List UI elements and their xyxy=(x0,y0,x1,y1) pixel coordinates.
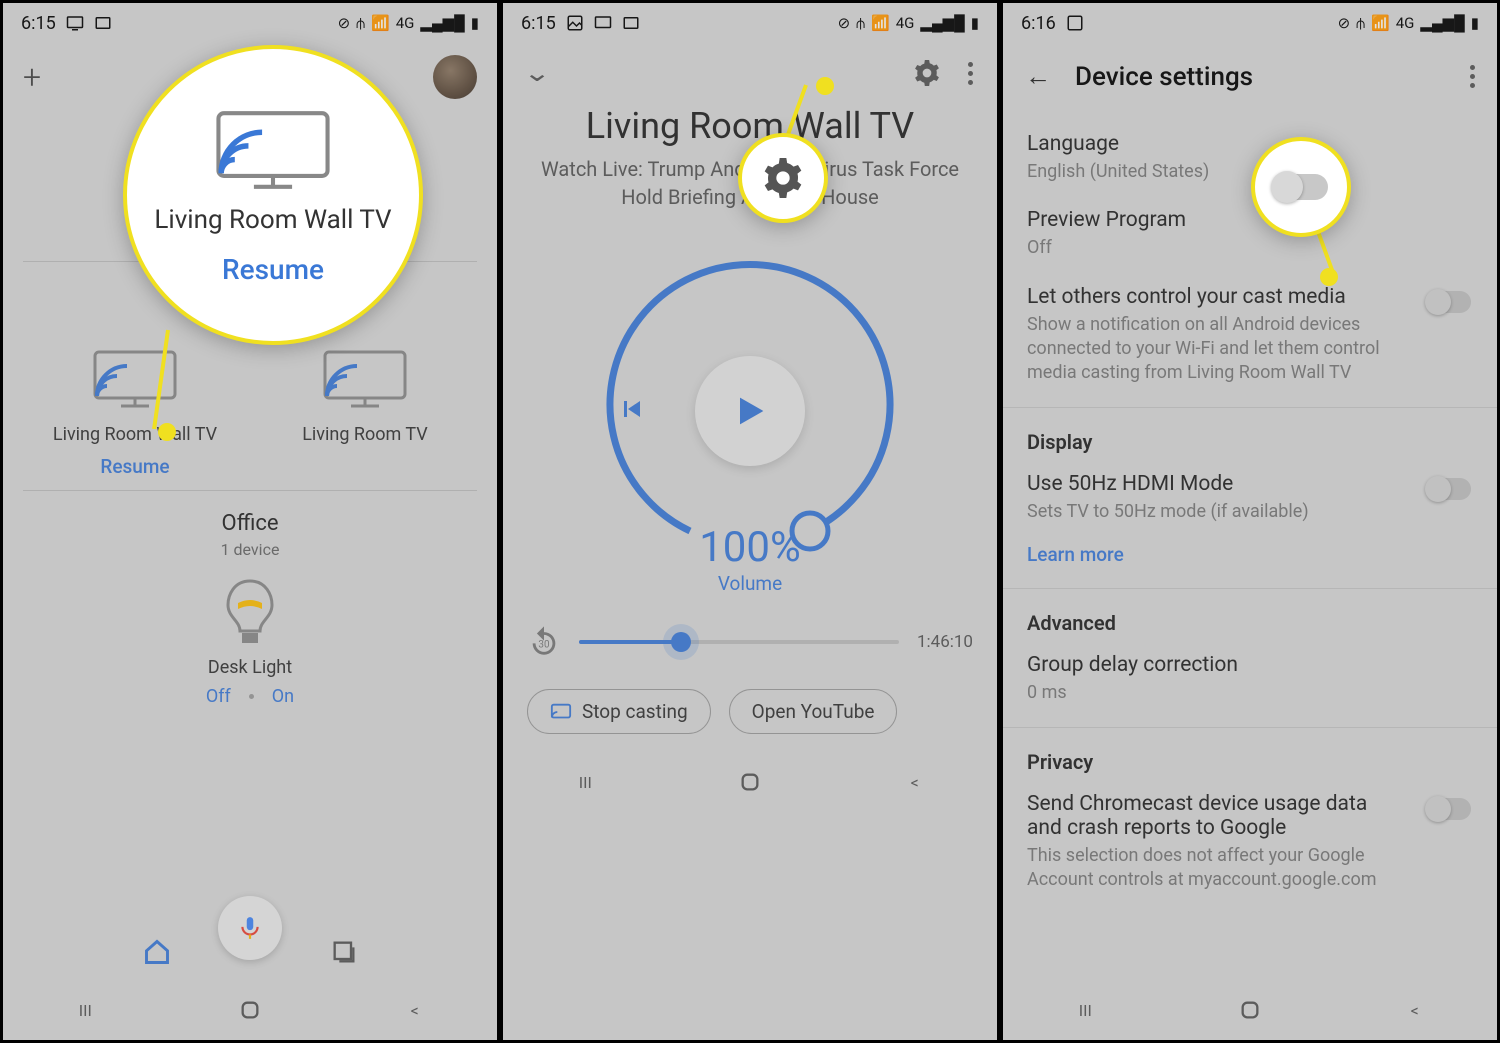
device-label: Living Room TV xyxy=(280,424,450,445)
previous-track-button[interactable] xyxy=(620,397,644,425)
status-indicators: ⊘⫛📶4G▂▄▆█▮ xyxy=(838,14,979,32)
preview-program-setting[interactable]: Preview Program Off xyxy=(1003,196,1497,272)
android-nav-bar: III < xyxy=(503,752,997,812)
home-button[interactable] xyxy=(1235,995,1265,1025)
separator-dot xyxy=(249,694,254,699)
more-menu-icon[interactable] xyxy=(968,62,973,85)
tv-cast-icon xyxy=(213,105,333,195)
tv-cast-icon xyxy=(50,348,220,414)
home-button[interactable] xyxy=(235,995,265,1025)
volume-ring[interactable] xyxy=(590,251,910,571)
play-button[interactable] xyxy=(695,356,805,466)
privacy-section-header: Privacy xyxy=(1003,727,1497,780)
bottom-tabs xyxy=(3,924,497,980)
tv-cast-icon xyxy=(280,348,450,414)
back-button[interactable]: < xyxy=(900,767,930,797)
android-nav-bar: III < xyxy=(1003,980,1497,1040)
cast-icon xyxy=(594,14,612,32)
svg-text:30: 30 xyxy=(538,640,549,651)
add-button[interactable]: + xyxy=(23,58,41,96)
status-bar: 6:16 ⊘⫛📶4G▂▄▆█▮ xyxy=(1003,3,1497,43)
callout-action: Resume xyxy=(222,253,324,286)
advanced-section-header: Advanced xyxy=(1003,588,1497,641)
seek-handle[interactable] xyxy=(671,632,691,652)
group-delay-setting[interactable]: Group delay correction 0 ms xyxy=(1003,641,1497,717)
replay-30-icon[interactable]: 30 xyxy=(527,625,561,659)
callout-anchor-dot xyxy=(816,77,834,95)
settings-gear-icon[interactable] xyxy=(914,60,940,86)
stop-casting-button[interactable]: Stop casting xyxy=(527,689,711,734)
recent-apps-button[interactable]: III xyxy=(1070,995,1100,1025)
status-time: 6:15 xyxy=(21,13,56,34)
usage-data-setting[interactable]: Send Chromecast device usage data and cr… xyxy=(1003,780,1497,905)
display-section-header: Display xyxy=(1003,407,1497,460)
play-icon xyxy=(730,391,770,431)
status-bar: 6:15 ⊘⫛📶4G▂▄▆█▮ xyxy=(3,3,497,43)
seek-bar[interactable] xyxy=(579,640,899,644)
callout-anchor-dot xyxy=(158,423,176,441)
library-tab-icon[interactable] xyxy=(330,938,358,966)
mic-icon xyxy=(237,915,263,941)
desk-light-label[interactable]: Desk Light xyxy=(23,657,477,678)
screenshot-1: 6:15 ⊘⫛📶4G▂▄▆█▮ + Kitchen d Pause Livin … xyxy=(0,0,500,1043)
resume-link[interactable]: Resume xyxy=(50,455,220,478)
recent-apps-button[interactable]: III xyxy=(570,767,600,797)
let-others-toggle[interactable] xyxy=(1427,291,1471,313)
status-indicators: ⊘⫛📶4G▂▄▆█▮ xyxy=(1338,14,1479,32)
recent-apps-button[interactable]: III xyxy=(70,995,100,1025)
back-button[interactable]: < xyxy=(1400,995,1430,1025)
on-link[interactable]: On xyxy=(272,686,294,707)
back-button[interactable]: < xyxy=(400,995,430,1025)
living-room-wall-tv-card[interactable]: Living Room Wall TV Resume xyxy=(50,348,220,478)
image-icon xyxy=(566,14,584,32)
callout-magnifier xyxy=(738,133,828,223)
bulb-icon xyxy=(222,577,278,649)
volume-label: Volume xyxy=(503,572,997,595)
office-device-count: 1 device xyxy=(23,540,477,559)
screenshot-3: 6:16 ⊘⫛📶4G▂▄▆█▮ ← Device settings Langua… xyxy=(1000,0,1500,1043)
living-room-tv-card[interactable]: Living Room TV xyxy=(280,348,450,478)
android-nav-bar: III < xyxy=(3,980,497,1040)
status-bar: 6:15 ⊘⫛📶4G▂▄▆█▮ xyxy=(503,3,997,43)
back-arrow-icon[interactable]: ← xyxy=(1025,61,1051,92)
callout-magnifier: Living Room Wall TV Resume xyxy=(123,45,423,345)
more-menu-icon[interactable] xyxy=(1470,65,1475,88)
screenshot-2: 6:15 ⊘⫛📶4G▂▄▆█▮ ⌄ Living Room Wall TV Wa… xyxy=(500,0,1000,1043)
usage-data-toggle[interactable] xyxy=(1427,798,1471,820)
duration-label: 1:46:10 xyxy=(917,632,973,652)
device-label: Living Room Wall TV xyxy=(50,424,220,445)
home-tab-icon[interactable] xyxy=(143,938,171,966)
callout-magnifier xyxy=(1251,137,1351,237)
window-icon xyxy=(622,14,640,32)
callout-title: Living Room Wall TV xyxy=(154,205,391,235)
mic-fab[interactable] xyxy=(218,896,282,960)
status-time: 6:16 xyxy=(1021,13,1056,34)
cast-icon xyxy=(66,14,84,32)
settings-gear-icon xyxy=(763,158,803,198)
let-others-control-setting[interactable]: Let others control your cast media Show … xyxy=(1003,273,1497,398)
hdmi-50hz-setting[interactable]: Use 50Hz HDMI Mode Sets TV to 50Hz mode … xyxy=(1003,460,1497,536)
hdmi-toggle[interactable] xyxy=(1427,478,1471,500)
language-setting[interactable]: Language English (United States) xyxy=(1003,120,1497,196)
status-time: 6:15 xyxy=(521,13,556,34)
home-button[interactable] xyxy=(735,767,765,797)
cast-icon xyxy=(550,701,572,723)
learn-more-link[interactable]: Learn more xyxy=(1003,537,1497,578)
avatar[interactable] xyxy=(433,55,477,99)
status-indicators: ⊘⫛📶4G▂▄▆█▮ xyxy=(338,14,479,32)
page-title: Device settings xyxy=(1075,62,1446,92)
open-youtube-button[interactable]: Open YouTube xyxy=(729,689,898,734)
callout-anchor-dot xyxy=(1320,268,1338,286)
off-link[interactable]: Off xyxy=(206,686,231,707)
image-icon xyxy=(1066,14,1084,32)
window-icon xyxy=(94,14,112,32)
office-section-title: Office xyxy=(23,511,477,536)
collapse-chevron-icon[interactable]: ⌄ xyxy=(523,59,551,87)
